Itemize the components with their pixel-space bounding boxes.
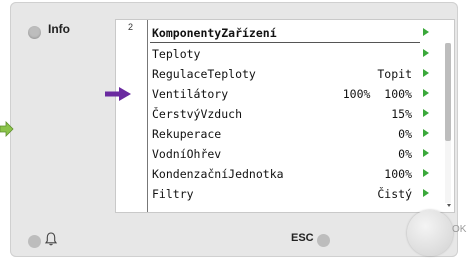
bell-icon <box>44 232 58 246</box>
menu-item-label: KondenzačníJednotka <box>152 167 284 181</box>
chevron-right-icon[interactable] <box>423 28 429 36</box>
chevron-right-icon[interactable] <box>423 49 429 57</box>
page-number: 2 <box>128 22 134 32</box>
chevron-right-icon[interactable] <box>423 109 429 117</box>
menu-row-vodni-ohrev[interactable]: VodníOhřev 0% <box>150 143 429 163</box>
pointer-arrow-icon <box>105 87 131 101</box>
menu-item-label: ČerstvýVzduch <box>152 107 243 121</box>
menu-row-teploty[interactable]: Teploty <box>150 43 429 63</box>
menu-item-value: 100% 100% <box>342 87 412 101</box>
chevron-right-icon[interactable] <box>423 69 429 77</box>
info-button[interactable] <box>28 26 41 39</box>
menu-item-value: Čistý <box>377 187 412 201</box>
ok-button[interactable] <box>407 210 453 256</box>
menu-item-label: RegulaceTeploty <box>152 67 256 81</box>
menu-item-label: KomponentyZařízení <box>152 26 277 40</box>
chevron-right-icon[interactable] <box>423 89 429 97</box>
menu-row-cerstvy-vzduch[interactable]: ČerstvýVzduch 15% <box>150 103 429 123</box>
screen-divider <box>147 20 148 212</box>
menu-row-rekuperace[interactable]: Rekuperace 0% <box>150 123 429 143</box>
chevron-right-icon[interactable] <box>423 169 429 177</box>
menu-item-label: VodníOhřev <box>152 147 222 161</box>
menu-item-label: Ventilátory <box>152 87 229 101</box>
menu-list: KomponentyZařízení Teploty RegulaceTeplo… <box>150 22 429 203</box>
ok-label: OK <box>452 224 467 235</box>
menu-row-kondenzacni[interactable]: KondenzačníJednotka 100% <box>150 163 429 183</box>
menu-item-label: Filtry <box>152 187 194 201</box>
menu-row-filtry[interactable]: Filtry Čistý <box>150 183 429 203</box>
menu-item-value: 15% <box>391 107 412 121</box>
arrow-right-icon <box>0 121 14 137</box>
menu-item-value: 100% <box>384 167 412 181</box>
menu-row-regulace[interactable]: RegulaceTeploty Topit <box>150 63 429 83</box>
menu-item-value: 0% <box>398 127 412 141</box>
menu-item-value: 0% <box>398 147 412 161</box>
scrollbar-thumb[interactable] <box>445 43 451 141</box>
chevron-right-icon[interactable] <box>423 149 429 157</box>
display-screen: 2 KomponentyZařízení Teploty RegulaceTep… <box>115 19 455 213</box>
menu-item-label: Teploty <box>152 47 201 61</box>
chevron-right-icon[interactable] <box>423 129 429 137</box>
scroll-down-icon[interactable] <box>447 204 451 207</box>
esc-label: ESC <box>291 232 314 244</box>
menu-row-ventilatory[interactable]: Ventilátory 100% 100% <box>150 83 429 103</box>
chevron-right-icon[interactable] <box>423 189 429 197</box>
info-label: Info <box>48 22 70 36</box>
menu-item-value: Topit <box>377 67 412 81</box>
controller-panel: Info 2 KomponentyZařízení Teploty Regula… <box>10 2 466 257</box>
menu-header-row[interactable]: KomponentyZařízení <box>150 22 429 43</box>
menu-item-label: Rekuperace <box>152 127 222 141</box>
alarm-button[interactable] <box>28 235 41 248</box>
esc-button[interactable] <box>317 234 330 247</box>
